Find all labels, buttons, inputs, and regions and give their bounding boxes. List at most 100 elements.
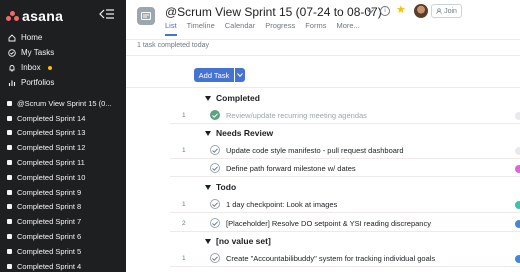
row-number: 1 bbox=[182, 111, 186, 119]
sidebar-project-item[interactable]: Completed Sprint 5 bbox=[0, 244, 126, 259]
task-name[interactable]: [Placeholder] Resolve DO setpoint & YSI … bbox=[226, 219, 431, 228]
project-label: Completed Sprint 6 bbox=[17, 232, 82, 242]
complete-checkbox[interactable] bbox=[210, 145, 220, 155]
sidebar-item-label: Home bbox=[21, 33, 43, 42]
project-label: Completed Sprint 11 bbox=[17, 158, 85, 168]
project-color-icon bbox=[7, 130, 12, 136]
tab-calendar[interactable]: Calendar bbox=[225, 21, 255, 36]
collapse-sidebar-icon[interactable] bbox=[99, 8, 115, 20]
project-color-icon bbox=[7, 115, 12, 121]
project-label: Completed Sprint 4 bbox=[17, 261, 82, 271]
sidebar-project-item[interactable]: Completed Sprint 10 bbox=[0, 170, 126, 185]
join-label: Join bbox=[444, 7, 457, 15]
tab-more[interactable]: More... bbox=[336, 21, 359, 36]
row-number: 1 bbox=[182, 200, 186, 208]
tab-forms[interactable]: Forms bbox=[305, 21, 326, 36]
section-header-no-value[interactable]: [no value set] bbox=[205, 235, 271, 247]
section-header-todo[interactable]: Todo bbox=[205, 181, 236, 193]
tab-list[interactable]: List bbox=[165, 21, 177, 36]
sidebar-item-inbox[interactable]: Inbox bbox=[0, 60, 126, 75]
asana-logo[interactable]: asana bbox=[6, 8, 63, 24]
sidebar-projects: @Scrum View Sprint 15 (0... Completed Sp… bbox=[0, 96, 126, 272]
task-name[interactable]: 1 day checkpoint: Look at images bbox=[226, 200, 337, 209]
assignee-avatar[interactable] bbox=[515, 255, 520, 263]
complete-checkbox[interactable] bbox=[210, 199, 220, 209]
complete-checkbox[interactable] bbox=[210, 110, 220, 120]
asana-logo-icon bbox=[6, 10, 19, 22]
task-row[interactable]: 1 Create "Accountabilibuddy" system for … bbox=[170, 250, 520, 267]
complete-checkbox[interactable] bbox=[210, 163, 220, 173]
sidebar-nav: Home My Tasks Inbox Portfolios bbox=[0, 30, 126, 90]
checkmark-icon bbox=[212, 201, 218, 207]
sidebar-item-my-tasks[interactable]: My Tasks bbox=[0, 45, 126, 60]
sidebar-project-item[interactable]: Completed Sprint 13 bbox=[0, 126, 126, 141]
checkmark-icon bbox=[212, 147, 218, 153]
section-title: Needs Review bbox=[216, 128, 274, 138]
join-button[interactable]: Join bbox=[431, 4, 462, 18]
person-icon bbox=[436, 8, 442, 14]
add-task-dropdown-button[interactable] bbox=[235, 68, 245, 82]
sidebar-project-item[interactable]: @Scrum View Sprint 15 (0... bbox=[0, 96, 126, 111]
sidebar-item-home[interactable]: Home bbox=[0, 30, 126, 45]
task-name[interactable]: Create "Accountabilibuddy" system for tr… bbox=[226, 254, 435, 263]
sidebar-project-item[interactable]: Completed Sprint 9 bbox=[0, 185, 126, 200]
info-icon[interactable]: i bbox=[380, 6, 390, 16]
bell-icon bbox=[9, 64, 15, 71]
project-list-icon[interactable] bbox=[137, 7, 155, 25]
divider bbox=[126, 55, 520, 56]
sidebar-item-label: Portfolios bbox=[21, 78, 55, 87]
tab-progress[interactable]: Progress bbox=[265, 21, 295, 36]
caret-down-icon bbox=[205, 95, 211, 101]
chevron-down-icon[interactable] bbox=[367, 9, 374, 14]
assignee-avatar[interactable] bbox=[515, 220, 520, 228]
task-row[interactable]: 1 1 day checkpoint: Look at images bbox=[170, 196, 520, 213]
task-name[interactable]: Update code style manifesto - pull reque… bbox=[226, 146, 404, 155]
caret-down-icon bbox=[205, 130, 211, 136]
project-label: Completed Sprint 12 bbox=[17, 143, 86, 153]
project-label: Completed Sprint 9 bbox=[17, 187, 82, 197]
task-name[interactable]: Define path forward milestone w/ dates bbox=[226, 164, 356, 173]
assignee-avatar[interactable] bbox=[515, 201, 520, 209]
sidebar-project-item[interactable]: Completed Sprint 8 bbox=[0, 200, 126, 215]
sidebar-project-item[interactable]: Completed Sprint 12 bbox=[0, 140, 126, 155]
star-icon[interactable]: ★ bbox=[396, 4, 406, 16]
logo-text: asana bbox=[22, 8, 64, 24]
task-name[interactable]: Review/update recurring meeting agendas bbox=[226, 111, 367, 120]
assignee-avatar[interactable] bbox=[515, 147, 520, 155]
sidebar-project-item[interactable]: Completed Sprint 6 bbox=[0, 229, 126, 244]
avatar[interactable] bbox=[414, 4, 428, 18]
chart-icon bbox=[8, 80, 16, 86]
tab-timeline[interactable]: Timeline bbox=[187, 21, 215, 36]
sidebar-project-item[interactable]: Completed Sprint 4 bbox=[0, 259, 126, 272]
sidebar: asana Home My Tasks Inbox Portfolios @Sc… bbox=[0, 0, 126, 272]
checkmark-icon bbox=[212, 255, 218, 261]
checkmark-icon bbox=[212, 220, 218, 226]
sidebar-project-item[interactable]: Completed Sprint 7 bbox=[0, 214, 126, 229]
checkmark-icon bbox=[212, 165, 218, 171]
complete-checkbox[interactable] bbox=[210, 218, 220, 228]
sidebar-project-item[interactable]: Completed Sprint 11 bbox=[0, 155, 126, 170]
task-row[interactable]: 2 [Placeholder] Resolve DO setpoint & YS… bbox=[170, 215, 520, 232]
project-label: Completed Sprint 5 bbox=[17, 246, 82, 256]
section-header-completed[interactable]: Completed bbox=[205, 92, 260, 104]
project-label: Completed Sprint 14 bbox=[17, 113, 86, 123]
project-color-icon bbox=[7, 189, 12, 195]
section-title: [no value set] bbox=[216, 236, 271, 246]
project-color-icon bbox=[7, 234, 12, 240]
page-title[interactable]: @Scrum View Sprint 15 (07-24 to 08-07) bbox=[165, 5, 382, 19]
sidebar-project-item[interactable]: Completed Sprint 14 bbox=[0, 111, 126, 126]
section-header-needs-review[interactable]: Needs Review bbox=[205, 127, 273, 139]
status-text: 1 task completed today bbox=[137, 42, 209, 49]
complete-checkbox[interactable] bbox=[210, 253, 220, 263]
project-color-icon bbox=[7, 100, 12, 106]
task-row[interactable]: Define path forward milestone w/ dates bbox=[170, 160, 520, 177]
task-row[interactable]: 1 Review/update recurring meeting agenda… bbox=[170, 107, 520, 124]
assignee-avatar[interactable] bbox=[515, 165, 520, 173]
project-tabs: List Timeline Calendar Progress Forms Mo… bbox=[165, 21, 360, 36]
chevron-down-icon bbox=[237, 73, 243, 77]
assignee-avatar[interactable] bbox=[515, 112, 520, 120]
add-task-button[interactable]: Add Task bbox=[194, 68, 234, 82]
task-row[interactable]: 1 Update code style manifesto - pull req… bbox=[170, 142, 520, 159]
section-title: Todo bbox=[216, 182, 237, 192]
sidebar-item-portfolios[interactable]: Portfolios bbox=[0, 75, 126, 90]
